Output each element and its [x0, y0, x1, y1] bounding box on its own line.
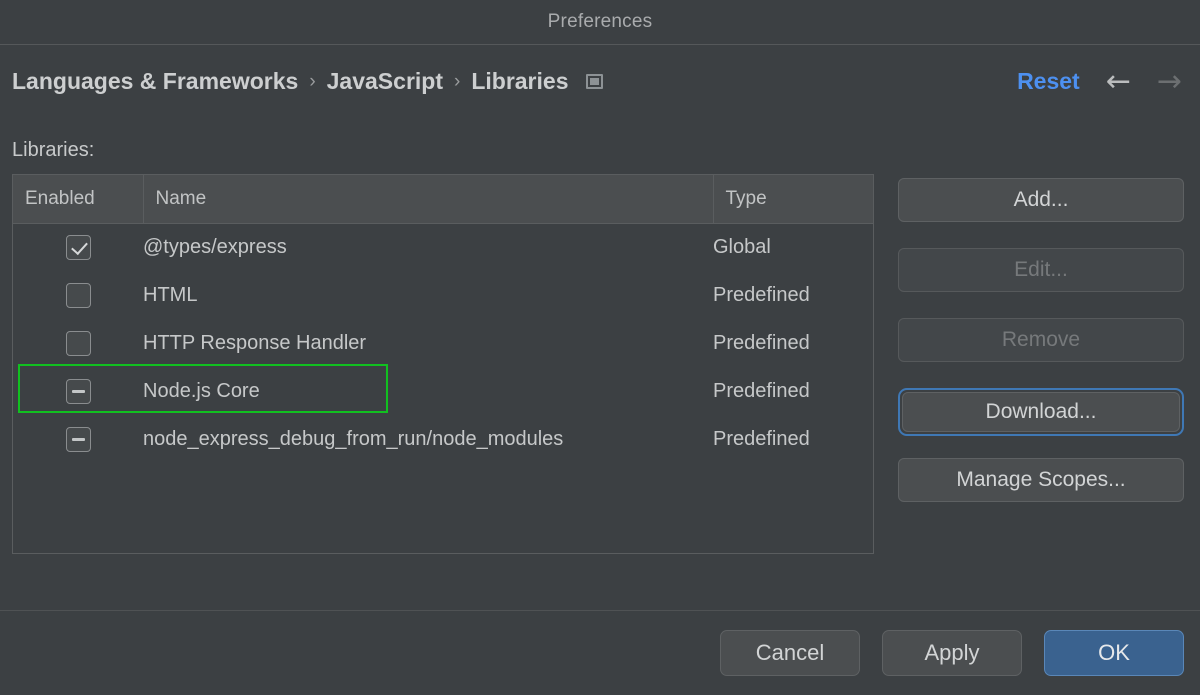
- enabled-checkbox-unchecked[interactable]: [66, 331, 91, 356]
- cell-library-name[interactable]: Node.js Core: [143, 367, 713, 415]
- cancel-button[interactable]: Cancel: [720, 630, 860, 676]
- cell-library-name[interactable]: HTTP Response Handler: [143, 319, 713, 367]
- forward-arrow-icon: →: [1157, 67, 1182, 97]
- dialog-body: Libraries: Enabled Name Type @types/expr…: [0, 118, 1200, 610]
- manage-scopes-button[interactable]: Manage Scopes...: [898, 458, 1184, 502]
- window-icon[interactable]: [586, 74, 603, 89]
- side-button-slot: Add...: [898, 178, 1184, 222]
- breadcrumb-item-languages-frameworks[interactable]: Languages & Frameworks: [12, 68, 298, 95]
- dialog-title: Preferences: [548, 11, 653, 33]
- edit-button: Edit...: [898, 248, 1184, 292]
- cell-library-type: Predefined: [713, 367, 873, 415]
- libraries-section-label: Libraries:: [12, 139, 1186, 162]
- enabled-checkbox-indeterminate[interactable]: [66, 379, 91, 404]
- remove-button: Remove: [898, 318, 1184, 362]
- cell-library-name[interactable]: HTML: [143, 271, 713, 319]
- table-body: @types/expressGlobalHTMLPredefinedHTTP R…: [13, 223, 873, 463]
- side-button-slot: Download...: [898, 388, 1184, 436]
- breadcrumb-item-javascript[interactable]: JavaScript: [327, 68, 443, 95]
- side-button-slot: Edit...: [898, 248, 1184, 292]
- library-action-buttons: Add... Edit... Remove Download... Manage Sco…: [898, 174, 1184, 502]
- preferences-dialog: Preferences Languages & Frameworks › Jav…: [0, 0, 1200, 695]
- cell-library-name[interactable]: node_express_debug_from_run/node_modules: [143, 415, 713, 463]
- column-header-type[interactable]: Type: [713, 175, 873, 223]
- table-row[interactable]: HTTP Response HandlerPredefined: [13, 319, 873, 367]
- cell-library-name[interactable]: @types/express: [143, 223, 713, 271]
- breadcrumb-bar: Languages & Frameworks › JavaScript › Li…: [0, 45, 1200, 118]
- apply-button[interactable]: Apply: [882, 630, 1022, 676]
- table-row[interactable]: Node.js CorePredefined: [13, 367, 873, 415]
- table-header-row: Enabled Name Type: [13, 175, 873, 223]
- reset-button[interactable]: Reset: [1017, 68, 1080, 95]
- cell-enabled[interactable]: [13, 223, 143, 271]
- libraries-table: Enabled Name Type @types/expressGlobalHT…: [13, 175, 873, 463]
- cell-library-type: Predefined: [713, 415, 873, 463]
- enabled-checkbox-checked[interactable]: [66, 235, 91, 260]
- libraries-table-container: Enabled Name Type @types/expressGlobalHT…: [12, 174, 874, 554]
- back-arrow-icon[interactable]: ←: [1106, 67, 1131, 97]
- breadcrumb-item-libraries: Libraries: [471, 68, 568, 95]
- cell-library-type: Global: [713, 223, 873, 271]
- column-header-name[interactable]: Name: [143, 175, 713, 223]
- cell-library-type: Predefined: [713, 271, 873, 319]
- cell-enabled[interactable]: [13, 271, 143, 319]
- dialog-footer: Cancel Apply OK: [0, 610, 1200, 695]
- dialog-titlebar: Preferences: [0, 0, 1200, 45]
- table-row[interactable]: @types/expressGlobal: [13, 223, 873, 271]
- enabled-checkbox-unchecked[interactable]: [66, 283, 91, 308]
- table-row[interactable]: node_express_debug_from_run/node_modules…: [13, 415, 873, 463]
- cell-enabled[interactable]: [13, 415, 143, 463]
- enabled-checkbox-indeterminate[interactable]: [66, 427, 91, 452]
- cell-enabled[interactable]: [13, 319, 143, 367]
- add-button[interactable]: Add...: [898, 178, 1184, 222]
- side-button-slot: Manage Scopes...: [898, 458, 1184, 502]
- breadcrumb-separator-icon: ›: [454, 71, 460, 93]
- table-header: Enabled Name Type: [13, 175, 873, 223]
- ok-button[interactable]: OK: [1044, 630, 1184, 676]
- header-actions: Reset ← →: [1017, 67, 1182, 97]
- side-button-slot: Remove: [898, 318, 1184, 362]
- table-row[interactable]: HTMLPredefined: [13, 271, 873, 319]
- breadcrumb-separator-icon: ›: [309, 71, 315, 93]
- libraries-content: Enabled Name Type @types/expressGlobalHT…: [12, 174, 1186, 554]
- breadcrumb: Languages & Frameworks › JavaScript › Li…: [12, 68, 603, 95]
- cell-enabled[interactable]: [13, 367, 143, 415]
- download-button[interactable]: Download...: [902, 392, 1180, 432]
- column-header-enabled[interactable]: Enabled: [13, 175, 143, 223]
- cell-library-type: Predefined: [713, 319, 873, 367]
